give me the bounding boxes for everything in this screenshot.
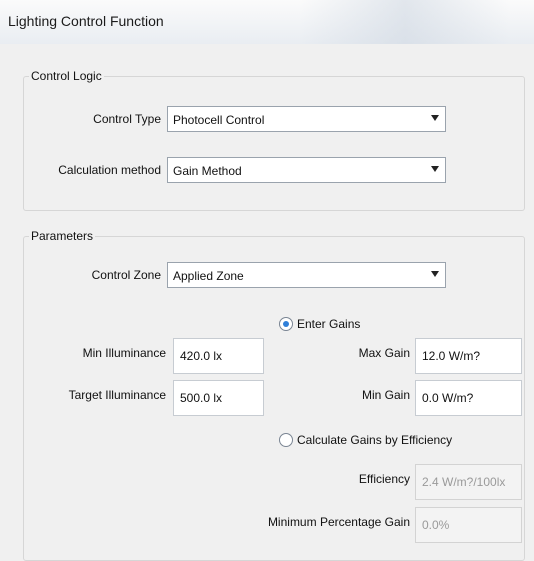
control-zone-label: Control Zone bbox=[91, 268, 161, 282]
control-type-value: Photocell Control bbox=[173, 113, 265, 127]
min-illuminance-field[interactable] bbox=[173, 338, 264, 374]
min-gain-field[interactable] bbox=[415, 380, 522, 416]
calculation-method-dropdown[interactable]: Gain Method bbox=[167, 157, 446, 183]
calculate-gains-by-efficiency-radio[interactable] bbox=[279, 433, 293, 447]
enter-gains-label[interactable]: Enter Gains bbox=[297, 317, 360, 331]
minimum-percentage-gain-field[interactable] bbox=[415, 507, 522, 543]
target-illuminance-field[interactable] bbox=[173, 380, 264, 416]
calculate-gains-by-efficiency-label[interactable]: Calculate Gains by Efficiency bbox=[297, 433, 452, 447]
chevron-down-icon bbox=[431, 166, 439, 172]
calculation-method-value: Gain Method bbox=[173, 164, 242, 178]
parameters-legend: Parameters bbox=[31, 229, 94, 243]
chevron-down-icon bbox=[431, 271, 439, 277]
max-gain-field[interactable] bbox=[415, 338, 522, 374]
efficiency-field[interactable] bbox=[415, 464, 522, 500]
minimum-percentage-gain-label: Minimum Percentage Gain bbox=[267, 515, 410, 529]
enter-gains-radio[interactable] bbox=[279, 317, 293, 331]
control-type-dropdown[interactable]: Photocell Control bbox=[167, 106, 446, 132]
efficiency-label: Efficiency bbox=[358, 472, 410, 486]
dialog-panel: Control Logic Control Type Photocell Con… bbox=[0, 44, 534, 561]
control-logic-legend: Control Logic bbox=[31, 69, 102, 83]
control-logic-group: Control Logic bbox=[23, 69, 525, 211]
calculation-method-label: Calculation method bbox=[58, 163, 161, 177]
min-illuminance-label: Min Illuminance bbox=[82, 346, 166, 360]
chevron-down-icon bbox=[431, 115, 439, 121]
control-zone-value: Applied Zone bbox=[173, 269, 244, 283]
target-illuminance-label: Target Illuminance bbox=[68, 388, 166, 402]
control-zone-dropdown[interactable]: Applied Zone bbox=[167, 262, 446, 288]
title-bar: Lighting Control Function bbox=[0, 0, 534, 45]
window-title: Lighting Control Function bbox=[8, 13, 164, 29]
title-bar-decoration bbox=[300, 0, 510, 44]
min-gain-label: Min Gain bbox=[361, 388, 410, 402]
control-type-label: Control Type bbox=[93, 112, 161, 126]
max-gain-label: Max Gain bbox=[358, 346, 410, 360]
